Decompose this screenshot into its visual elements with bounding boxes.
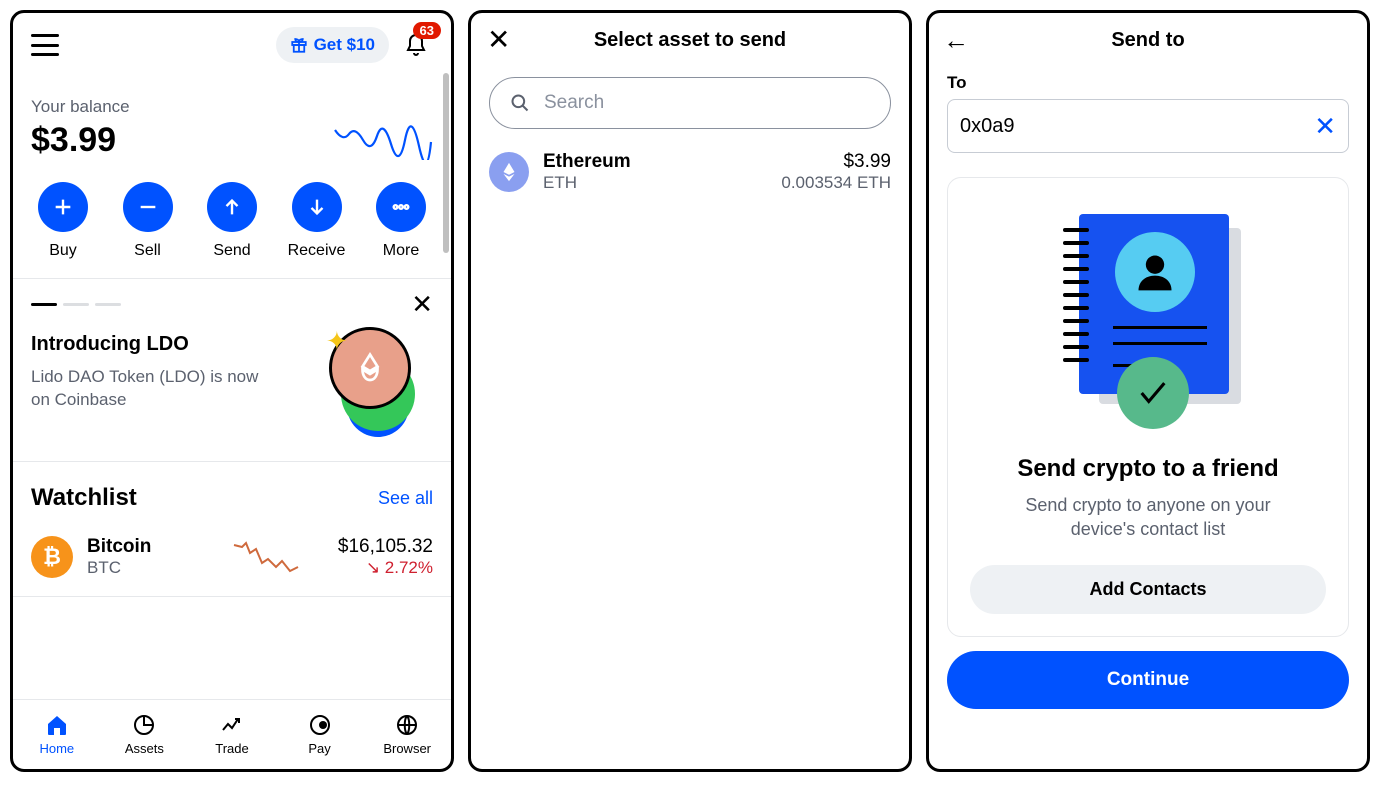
tab-browser[interactable]: Browser bbox=[363, 700, 451, 769]
gift-icon bbox=[290, 36, 308, 54]
scrollbar[interactable] bbox=[443, 73, 449, 253]
plus-icon bbox=[52, 196, 74, 218]
home-screen: Get $10 63 Your balance $3.99 bbox=[10, 10, 454, 772]
address-input[interactable] bbox=[960, 115, 1314, 138]
contacts-desc: Send crypto to anyone on your device's c… bbox=[998, 493, 1298, 542]
dots-icon bbox=[390, 196, 412, 218]
check-icon bbox=[1136, 376, 1170, 410]
back-button[interactable]: ← bbox=[943, 27, 969, 53]
carousel-indicator[interactable] bbox=[31, 303, 121, 306]
pie-icon bbox=[132, 713, 156, 737]
tab-pay[interactable]: Pay bbox=[276, 700, 364, 769]
card-desc: Lido DAO Token (LDO) is now on Coinbase bbox=[31, 366, 271, 412]
contacts-illustration bbox=[1053, 214, 1243, 429]
minus-icon bbox=[137, 196, 159, 218]
add-contacts-button[interactable]: Add Contacts bbox=[970, 565, 1326, 614]
sparkle-icon: ✦ bbox=[326, 326, 348, 357]
reward-label: Get $10 bbox=[314, 35, 375, 55]
ethereum-icon bbox=[489, 152, 529, 192]
ldo-graphic: ✦ bbox=[323, 327, 433, 437]
btc-sparkline bbox=[232, 539, 302, 575]
screen-title: Select asset to send bbox=[594, 29, 786, 52]
tab-assets[interactable]: Assets bbox=[101, 700, 189, 769]
select-asset-screen: ✕ Select asset to send Ethereum ETH $3.9… bbox=[468, 10, 912, 772]
balance-sparkline bbox=[333, 120, 433, 160]
arrow-down-icon bbox=[306, 196, 328, 218]
search-field[interactable] bbox=[489, 77, 891, 129]
menu-button[interactable] bbox=[31, 34, 59, 56]
notification-badge: 63 bbox=[413, 22, 441, 39]
to-label: To bbox=[947, 73, 1349, 93]
lido-icon bbox=[352, 350, 388, 386]
buy-button[interactable]: Buy bbox=[31, 182, 95, 260]
balance-amount: $3.99 bbox=[31, 121, 130, 160]
tab-home[interactable]: Home bbox=[13, 700, 101, 769]
more-button[interactable]: More bbox=[369, 182, 433, 260]
chart-icon bbox=[220, 713, 244, 737]
clear-input-button[interactable]: ✕ bbox=[1314, 113, 1336, 139]
watchlist-heading: Watchlist bbox=[31, 484, 137, 512]
person-icon bbox=[1133, 250, 1177, 294]
notifications-button[interactable]: 63 bbox=[399, 28, 433, 62]
globe-icon bbox=[395, 713, 419, 737]
asset-row-eth[interactable]: Ethereum ETH $3.99 0.003534 ETH bbox=[471, 141, 909, 203]
search-input[interactable] bbox=[544, 92, 870, 114]
home-icon bbox=[45, 713, 69, 737]
promo-card[interactable]: Introducing LDO Lido DAO Token (LDO) is … bbox=[13, 317, 451, 461]
address-field[interactable]: ✕ bbox=[947, 99, 1349, 153]
pay-icon bbox=[308, 713, 332, 737]
card-title: Introducing LDO bbox=[31, 333, 271, 356]
send-to-screen: ← Send to To ✕ Send crypto to a friend S… bbox=[926, 10, 1370, 772]
screen-title: Send to bbox=[1111, 29, 1184, 52]
bottom-tab-bar: Home Assets Trade Pay Browser bbox=[13, 699, 451, 769]
contacts-card: Send crypto to a friend Send crypto to a… bbox=[947, 177, 1349, 637]
arrow-up-icon bbox=[221, 196, 243, 218]
get-reward-pill[interactable]: Get $10 bbox=[276, 27, 389, 63]
sell-button[interactable]: Sell bbox=[116, 182, 180, 260]
close-button[interactable]: ✕ bbox=[487, 26, 510, 54]
bitcoin-icon: ₿ bbox=[31, 536, 73, 578]
search-icon bbox=[510, 93, 530, 113]
dismiss-card-button[interactable]: ✕ bbox=[411, 291, 433, 317]
tab-trade[interactable]: Trade bbox=[188, 700, 276, 769]
continue-button[interactable]: Continue bbox=[947, 651, 1349, 709]
receive-button[interactable]: Receive bbox=[285, 182, 349, 260]
balance-label: Your balance bbox=[31, 97, 130, 117]
watchlist-item-btc[interactable]: ₿ Bitcoin BTC $16,105.32 ↘ 2.72% bbox=[13, 518, 451, 596]
see-all-link[interactable]: See all bbox=[378, 488, 433, 509]
contacts-title: Send crypto to a friend bbox=[1017, 455, 1278, 483]
send-button[interactable]: Send bbox=[200, 182, 264, 260]
